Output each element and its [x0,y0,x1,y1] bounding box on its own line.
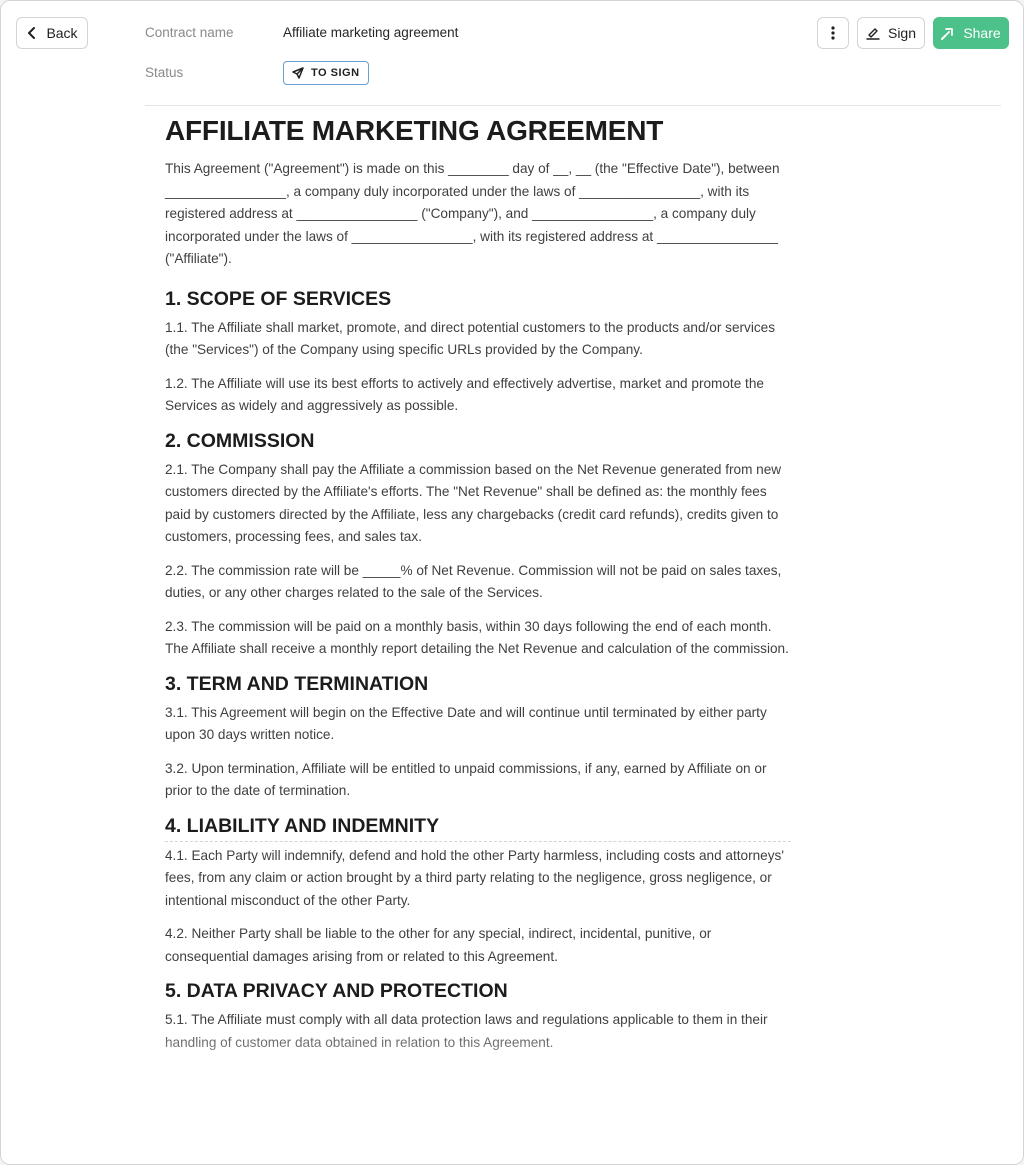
document-title: AFFILIATE MARKETING AGREEMENT [165,115,664,146]
sign-button-label: Sign [887,25,917,41]
status-label: Status [145,65,184,80]
section-paragraph: 3.1. This Agreement will begin on the Ef… [165,704,767,743]
share-button[interactable]: Share [933,17,1009,49]
more-vertical-icon [831,26,835,40]
status-badge-label: TO SIGN [311,67,360,79]
share-icon [941,28,954,40]
section-paragraph: 4.1. Each Party will indemnify, defend a… [165,847,784,908]
app-window: Back Contract name Affiliate marketing a… [0,0,1024,1165]
chevron-left-icon [28,27,36,39]
section-paragraph: 1.1. The Affiliate shall market, promote… [165,319,776,358]
back-button[interactable]: Back [16,17,88,49]
section-paragraph: 1.2. The Affiliate will use its best eff… [165,375,764,414]
section-paragraph: 2.1. The Company shall pay the Affiliate… [165,461,782,545]
back-button-label: Back [46,25,78,41]
more-options-button[interactable] [817,17,849,49]
contract-name-label: Contract name [145,25,234,40]
section-paragraph: 5.1. The Affiliate must comply with all … [165,1012,768,1050]
section-heading: 2. COMMISSION [165,429,315,452]
share-button-label: Share [963,25,1001,41]
section-paragraph: 2.3. The commission will be paid on a mo… [165,618,789,657]
section-heading: 1. SCOPE OF SERVICES [165,287,392,310]
contract-document[interactable]: AFFILIATE MARKETING AGREEMENT This Agree… [165,114,795,1065]
header-divider [145,105,1001,106]
section-paragraph: 4.2. Neither Party shall be liable to th… [165,926,712,964]
status-badge: TO SIGN [283,61,369,85]
section-heading: 5. DATA PRIVACY AND PROTECTION [165,980,508,1002]
signature-pen-icon [866,28,880,40]
contract-name-value: Affiliate marketing agreement [283,25,459,40]
section-paragraph: 2.2. The commission rate will be _____% … [165,562,782,601]
section-heading: 4. LIABILITY AND INDEMNITY [165,814,440,837]
send-icon [292,67,304,79]
document-intro: This Agreement ("Agreement") is made on … [165,161,780,266]
section-heading: 3. TERM AND TERMINATION [165,672,429,695]
section-paragraph: 3.2. Upon termination, Affiliate will be… [165,760,767,799]
sign-button[interactable]: Sign [857,17,925,49]
